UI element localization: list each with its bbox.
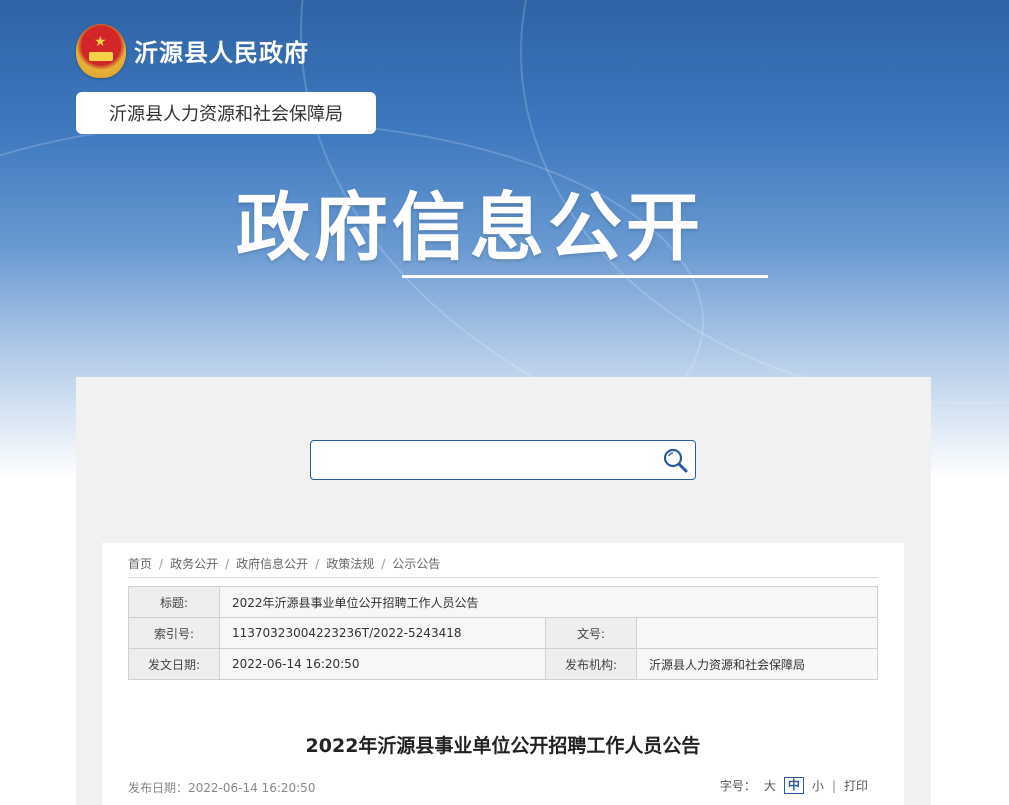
divider: | (831, 778, 836, 793)
docno-label: 文号: (545, 617, 637, 649)
index-value: 11370323004223236T/2022-5243418 (219, 617, 546, 649)
banner-underline (402, 275, 768, 278)
title-value: 2022年沂源县事业单位公开招聘工作人员公告 (219, 586, 878, 618)
breadcrumb-policy[interactable]: 政策法规 (326, 555, 374, 572)
search-icon[interactable] (661, 446, 689, 474)
breadcrumb-notices[interactable]: 公示公告 (392, 555, 440, 572)
table-row: 发文日期: 2022-06-14 16:20:50 发布机构: 沂源县人力资源和… (128, 648, 878, 680)
department-name[interactable]: 沂源县人力资源和社会保障局 (76, 92, 376, 134)
document-meta-table: 标题: 2022年沂源县事业单位公开招聘工作人员公告 索引号: 11370323… (128, 586, 878, 680)
site-title[interactable]: 沂源县人民政府 (134, 33, 309, 68)
breadcrumb-separator: / (225, 557, 230, 571)
font-size-label: 字号： (719, 779, 756, 793)
breadcrumb-affairs[interactable]: 政务公开 (170, 555, 218, 572)
banner-title: 政府信息公开 (236, 185, 704, 271)
font-medium-button[interactable]: 中 (783, 777, 804, 794)
national-emblem-icon[interactable]: ★ (76, 24, 126, 78)
breadcrumb-separator: / (159, 557, 164, 571)
breadcrumb-info-disclosure[interactable]: 政府信息公开 (236, 555, 308, 572)
breadcrumb-separator: / (315, 557, 320, 571)
search-input[interactable] (311, 441, 661, 477)
table-row: 标题: 2022年沂源县事业单位公开招聘工作人员公告 (128, 586, 878, 618)
breadcrumb-home[interactable]: 首页 (128, 555, 152, 572)
article-panel: 首页 / 政务公开 / 政府信息公开 / 政策法规 / 公示公告 标题: 2022年沂源县事业单… (102, 543, 904, 805)
print-button[interactable]: 打印 (844, 777, 868, 794)
main-content: 首页 / 政务公开 / 政府信息公开 / 政策法规 / 公示公告 标题: 2022年沂源县事业单… (76, 377, 931, 805)
docno-value (636, 617, 878, 649)
index-label: 索引号: (128, 617, 220, 649)
org-value: 沂源县人力资源和社会保障局 (636, 648, 878, 680)
title-label: 标题: (128, 586, 220, 618)
org-label: 发布机构: (545, 648, 637, 680)
breadcrumb-separator: / (381, 557, 386, 571)
star-icon: ★ (94, 34, 107, 50)
gate-icon (89, 52, 113, 61)
article-title: 2022年沂源县事业单位公开招聘工作人员公告 (305, 735, 701, 757)
font-size-controls: 字号： 大 中 小 | 打印 (720, 777, 868, 794)
font-large-button[interactable]: 大 (764, 777, 776, 794)
date-label: 发文日期: (128, 648, 220, 680)
table-row: 索引号: 11370323004223236T/2022-5243418 文号: (128, 617, 878, 649)
publish-date: 发布日期：2022-06-14 16:20:50 (128, 781, 316, 795)
search-bar (310, 440, 696, 480)
breadcrumb: 首页 / 政务公开 / 政府信息公开 / 政策法规 / 公示公告 (128, 555, 878, 578)
date-value: 2022-06-14 16:20:50 (219, 648, 546, 680)
font-small-button[interactable]: 小 (812, 777, 824, 794)
